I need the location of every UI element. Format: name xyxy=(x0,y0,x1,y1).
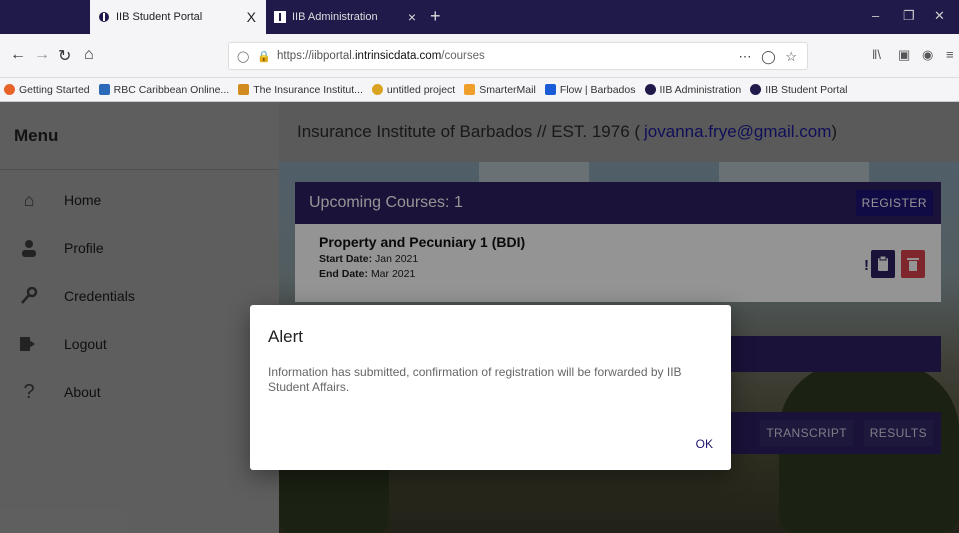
mail-icon xyxy=(464,84,476,95)
bookmark-iib-student-portal[interactable]: IIB Student Portal xyxy=(750,84,848,96)
back-icon[interactable]: ← xyxy=(10,46,26,64)
url-host: intrinsicdata.com xyxy=(355,50,442,62)
forward-icon[interactable]: → xyxy=(34,46,50,64)
pocket-icon[interactable]: ◯ xyxy=(761,49,776,64)
bookmark-insurance-institute[interactable]: The Insurance Institut... xyxy=(238,84,363,96)
bookmark-rbc[interactable]: RBC Caribbean Online... xyxy=(98,84,229,96)
iib-logo-icon xyxy=(98,11,110,23)
bookmark-smartermail[interactable]: SmarterMail xyxy=(464,84,536,96)
tab-title: IIB Student Portal xyxy=(116,11,203,23)
page-actions: ⋯ ◯ ☆ xyxy=(739,49,797,65)
bookmark-flow[interactable]: Flow | Barbados xyxy=(544,84,636,96)
sidebar-toggle-icon[interactable]: ▣ xyxy=(898,47,910,63)
browser-nav-bar: ← → ↻ ⌂ ◯ 🔒 https://iibportal. intrinsicd… xyxy=(0,34,959,78)
close-tab-icon[interactable]: X xyxy=(247,9,256,25)
institute-icon xyxy=(238,84,250,95)
home-icon[interactable]: ⌂ xyxy=(84,46,94,64)
rbc-icon xyxy=(98,84,110,95)
url-path: /courses xyxy=(441,50,485,62)
bookmark-star-icon[interactable]: ☆ xyxy=(785,49,797,64)
more-actions-icon[interactable]: ⋯ xyxy=(739,49,752,64)
close-tab-icon[interactable]: × xyxy=(408,9,416,25)
iib-logo-icon xyxy=(644,84,656,95)
url-bar[interactable]: ◯ 🔒 https://iibportal. intrinsicdata.com /… xyxy=(228,42,808,70)
dialog-title: Alert xyxy=(268,327,303,346)
iib-logo-icon xyxy=(274,11,286,23)
tab-iib-student-portal[interactable]: IIB Student Portal X xyxy=(90,0,266,34)
bookmark-iib-administration[interactable]: IIB Administration xyxy=(644,84,741,96)
new-tab-button[interactable]: + xyxy=(430,6,441,27)
account-icon[interactable]: ◉ xyxy=(922,47,933,63)
tab-iib-administration[interactable]: IIB Administration × xyxy=(266,0,426,34)
iib-logo-icon xyxy=(750,84,762,95)
bookmark-getting-started[interactable]: Getting Started xyxy=(4,84,90,96)
firefox-icon xyxy=(4,84,15,95)
shield-icon: ◯ xyxy=(237,50,250,63)
dialog-message: Information has submitted, confirmation … xyxy=(268,365,682,394)
library-icon[interactable]: ‖\ xyxy=(872,47,881,62)
project-icon xyxy=(371,84,383,95)
restore-icon[interactable]: ❐ xyxy=(903,8,915,24)
url-prefix: https://iibportal. xyxy=(277,50,355,62)
close-window-icon[interactable]: ✕ xyxy=(934,8,945,24)
menu-icon[interactable]: ≡ xyxy=(946,47,954,62)
tab-title: IIB Administration xyxy=(292,11,378,23)
bookmarks-bar: Getting Started RBC Caribbean Online... … xyxy=(0,78,959,102)
browser-tab-bar: IIB Student Portal X IIB Administration … xyxy=(0,0,959,34)
bookmark-untitled-project[interactable]: untitled project xyxy=(371,84,455,96)
reload-icon[interactable]: ↻ xyxy=(58,46,71,66)
alert-dialog: Alert Information has submitted, confirm… xyxy=(250,305,731,470)
lock-icon: 🔒 xyxy=(257,50,272,63)
minimize-icon[interactable]: – xyxy=(872,8,879,23)
ok-button[interactable]: OK xyxy=(696,437,713,451)
flow-icon xyxy=(544,84,556,95)
